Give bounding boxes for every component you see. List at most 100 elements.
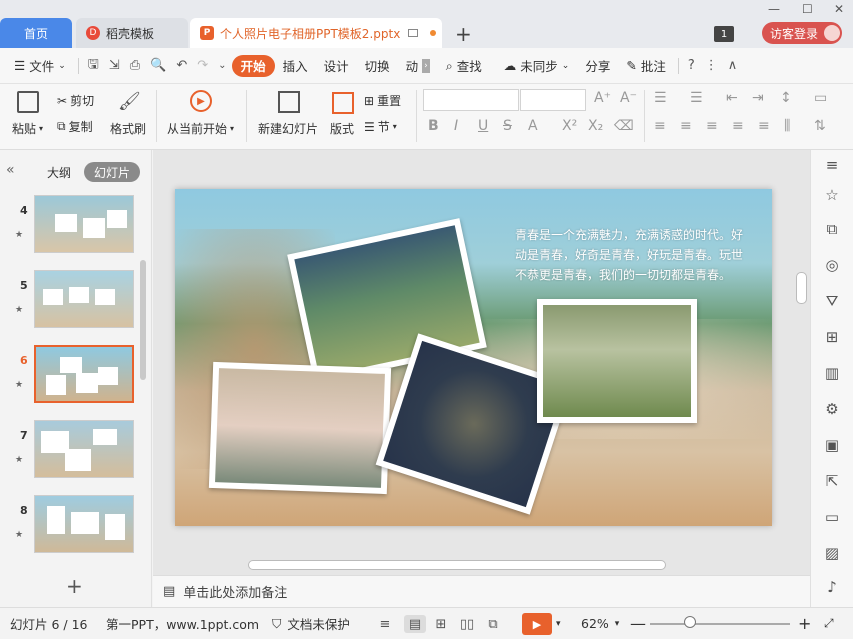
window-count-badge[interactable]: 1 [714,26,734,42]
more-icon[interactable]: ⋮ [700,58,723,73]
menu-design[interactable]: 设计 [316,48,357,84]
sync-status[interactable]: ☁ 未同步 ⌄ [496,48,578,84]
layout-button[interactable]: 版式 [330,120,354,137]
picture-icon[interactable]: ▨ [823,544,841,562]
slide-sorter-icon[interactable]: ⊞ [430,615,452,633]
justify-icon[interactable]: ≡ [732,118,744,134]
clear-format-icon[interactable]: ⌫ [614,118,634,134]
columns-icon[interactable]: ⫼ [784,118,790,134]
new-tab-button[interactable]: + [455,22,472,46]
archive-icon[interactable]: ▭ [823,508,841,526]
collapse-ribbon-icon[interactable]: ∧ [723,58,743,73]
subscript-icon[interactable]: X₂ [588,118,603,134]
from-current-button[interactable]: 从当前开始 ▾ [167,120,234,137]
minimize-icon[interactable]: — [768,2,780,16]
scroll-right-icon[interactable]: › [422,58,430,73]
section-button[interactable]: ☰ 节 ▾ [364,118,397,135]
chart-icon[interactable]: ▥ [823,364,841,382]
tab-slides[interactable]: 幻灯片 [84,162,140,182]
slide-thumbnail[interactable] [34,420,134,478]
play-options-icon[interactable]: ▾ [556,619,561,629]
decrease-font-icon[interactable]: A⁻ [620,90,637,106]
shapes-icon[interactable]: ⧉ [823,220,841,238]
print-preview-icon[interactable]: 🔍 [145,58,171,73]
panel-scrollbar[interactable] [140,260,146,380]
menu-insert[interactable]: 插入 [275,48,316,84]
font-family-select[interactable] [423,89,519,111]
play-slideshow-button[interactable]: ▶ [522,613,552,635]
font-size-select[interactable] [520,89,586,111]
photo-frame[interactable] [537,299,697,423]
slide-canvas[interactable]: 青春是一个充满魅力，充满诱惑的时代。好动是青春，好奇是青春，好玩是青春。玩世不恭… [175,189,772,526]
slide-thumbnail[interactable] [34,495,134,553]
zoom-slider-handle[interactable] [684,616,696,628]
format-painter-icon[interactable]: 🖌 [118,91,141,113]
font-color-icon[interactable]: A [528,118,538,134]
text-box-icon[interactable]: ▭ [814,90,827,106]
strikethrough-icon[interactable]: S [503,118,512,134]
print-icon[interactable]: ⎙ [125,58,145,73]
superscript-icon[interactable]: X² [562,118,577,134]
share-button[interactable]: 分享 [577,48,618,84]
maximize-icon[interactable]: ☐ [802,2,813,16]
tab-outline[interactable]: 大纲 [38,162,80,182]
horizontal-scroll-thumb[interactable] [248,560,666,570]
vertical-scroll-thumb[interactable] [796,272,807,304]
settings-icon[interactable]: ⚙ [823,400,841,418]
quick-access-dropdown-icon[interactable]: ⌄ [213,60,231,71]
vertical-scrollbar[interactable] [793,150,810,558]
bold-icon[interactable]: B [428,118,439,134]
panel-menu-icon[interactable]: ≡ [823,156,841,174]
new-slide-icon[interactable] [278,91,300,113]
decrease-indent-icon[interactable]: ⇤ [726,90,738,106]
menu-start[interactable]: 开始 [231,54,275,77]
zoom-slider-track[interactable] [650,623,790,625]
monitor-icon[interactable] [408,29,419,37]
horizontal-scrollbar[interactable] [160,558,800,572]
menu-search[interactable]: ⌕ 查找 [438,48,490,84]
audio-icon[interactable]: ♪ [823,578,841,596]
save-icon[interactable]: 🖫 [83,55,104,77]
menu-animation[interactable]: 动 › [398,48,438,84]
slide-thumbnail[interactable] [34,270,134,328]
italic-icon[interactable]: I [454,118,458,134]
slide-thumbnail-selected[interactable] [34,345,134,403]
paste-button[interactable]: 粘贴 ▾ [12,120,43,137]
tab-document[interactable]: P 个人照片电子相册PPT模板2.pptx [190,18,442,48]
normal-view-icon[interactable]: ▤ [404,615,426,633]
bullet-list-icon[interactable]: ☰ [654,90,667,106]
share-out-icon[interactable]: ⇱ [823,472,841,490]
reset-button[interactable]: ⊞ 重置 [364,92,401,109]
fit-window-icon[interactable]: ⤢ [824,616,834,631]
play-from-current-icon[interactable]: ▶ [190,90,212,112]
numbered-list-icon[interactable]: ☰ [690,90,703,106]
new-slide-button[interactable]: 新建幻灯片 [258,120,318,137]
increase-indent-icon[interactable]: ⇥ [752,90,764,106]
reading-view-icon[interactable]: ▯▯ [456,615,478,633]
align-left-icon[interactable]: ≡ [654,118,666,134]
close-icon[interactable]: ✕ [834,2,844,16]
photo-frame[interactable] [208,361,392,495]
tab-dao-templates[interactable]: D 稻壳模板 [76,18,188,48]
notes-view-icon[interactable]: ≡ [374,615,396,633]
notes-bar[interactable]: ▤ 单击此处添加备注 [153,575,810,607]
add-slide-button[interactable]: + [66,574,83,598]
underline-icon[interactable]: U [478,118,488,134]
menu-switch[interactable]: 切换 [357,48,398,84]
guest-login-button[interactable]: 访客登录 [762,22,842,44]
text-direction-icon[interactable]: ⇅ [814,118,826,134]
protection-status[interactable]: ⛉ 文档未保护 [272,614,350,633]
layout-icon[interactable] [332,92,354,114]
format-painter-button[interactable]: 格式刷 [110,120,146,137]
cut-button[interactable]: ✂ 剪切 [57,92,94,109]
redo-icon[interactable]: ↷ [192,58,213,73]
undo-icon[interactable]: ↶ [171,58,192,73]
zoom-in-icon[interactable]: + [798,614,811,633]
star-icon[interactable]: ☆ [823,186,841,204]
zoom-level[interactable]: 62% ▾ [581,616,619,631]
align-center-icon[interactable]: ≡ [680,118,692,134]
fill-icon[interactable]: ⛛ [823,292,841,310]
align-right-icon[interactable]: ≡ [706,118,718,134]
grid-icon[interactable]: ⊞ [823,328,841,346]
export-icon[interactable]: ⇲ [104,58,125,73]
